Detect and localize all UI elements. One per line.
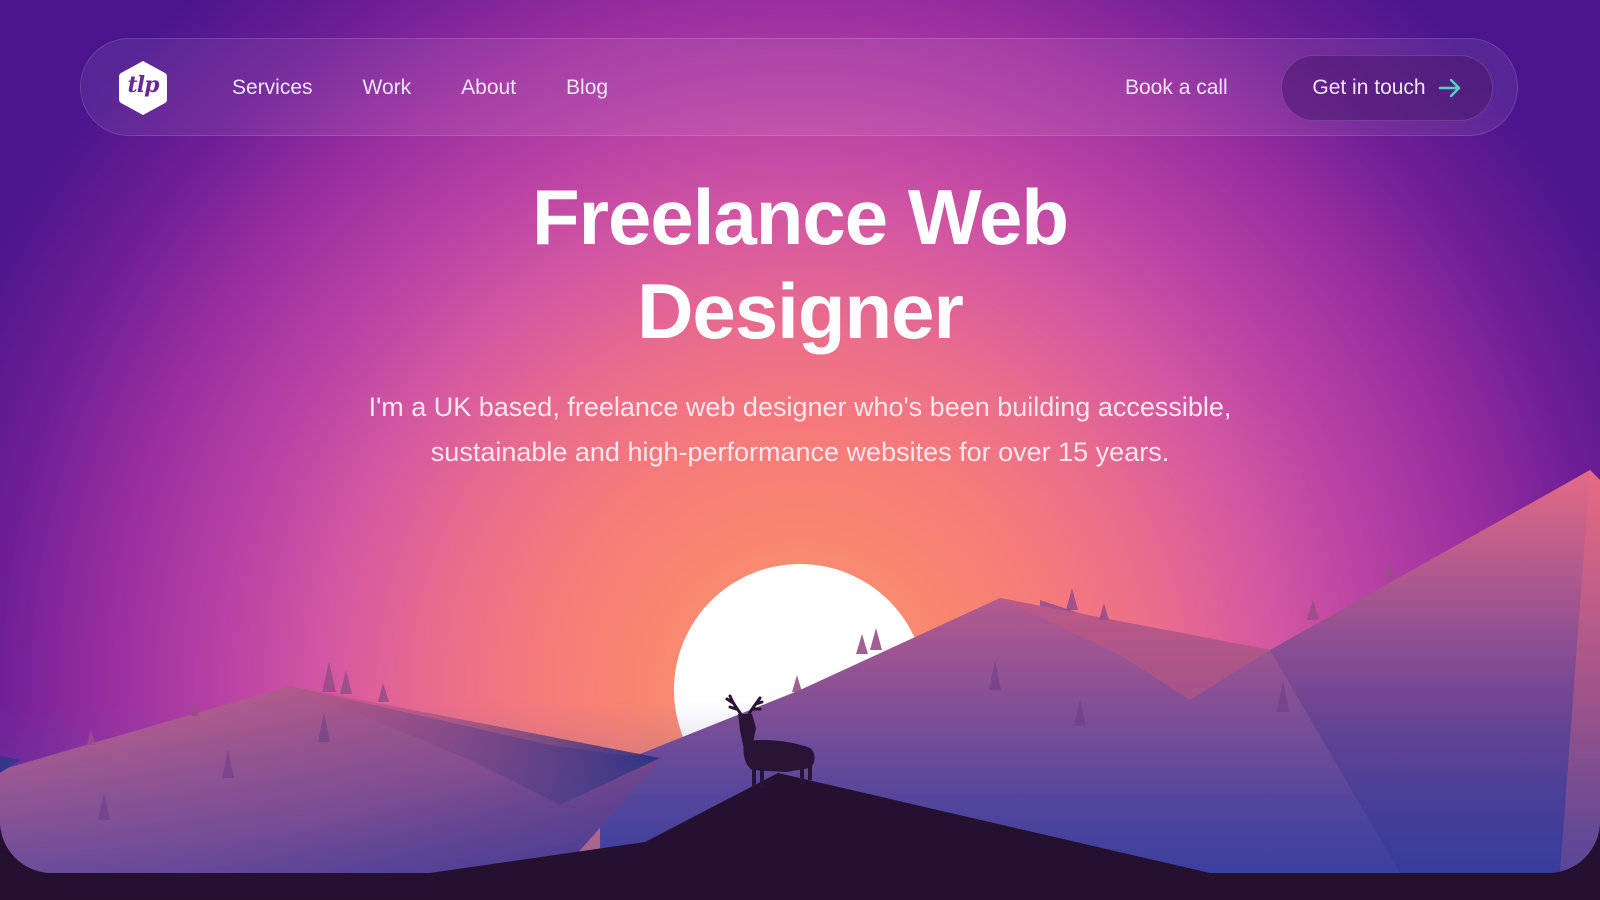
hero-description: I'm a UK based, freelance web designer w… <box>368 392 1232 467</box>
page: tlp Services Work About Blog Book a call… <box>0 0 1600 900</box>
book-call-link[interactable]: Book a call <box>1125 39 1228 137</box>
arrow-right-icon <box>1438 78 1462 98</box>
headline-line-1: Freelance Web <box>531 173 1069 261</box>
navbar: tlp Services Work About Blog Book a call… <box>80 38 1518 136</box>
nav-link-blog[interactable]: Blog <box>566 76 608 100</box>
nav-link-services[interactable]: Services <box>232 76 313 100</box>
hero-section: tlp Services Work About Blog Book a call… <box>0 0 1600 873</box>
get-in-touch-button[interactable]: Get in touch <box>1281 55 1493 121</box>
get-in-touch-label: Get in touch <box>1312 76 1426 99</box>
nav-link-work[interactable]: Work <box>363 76 412 100</box>
nav-links: Services Work About Blog <box>232 39 658 137</box>
page-title: Freelance Web Designer <box>300 170 1300 358</box>
nav-link-about[interactable]: About <box>461 76 516 100</box>
logo-text: tlp <box>127 72 160 98</box>
logo[interactable]: tlp <box>117 59 169 117</box>
headline-line-2: Designer <box>637 267 964 355</box>
